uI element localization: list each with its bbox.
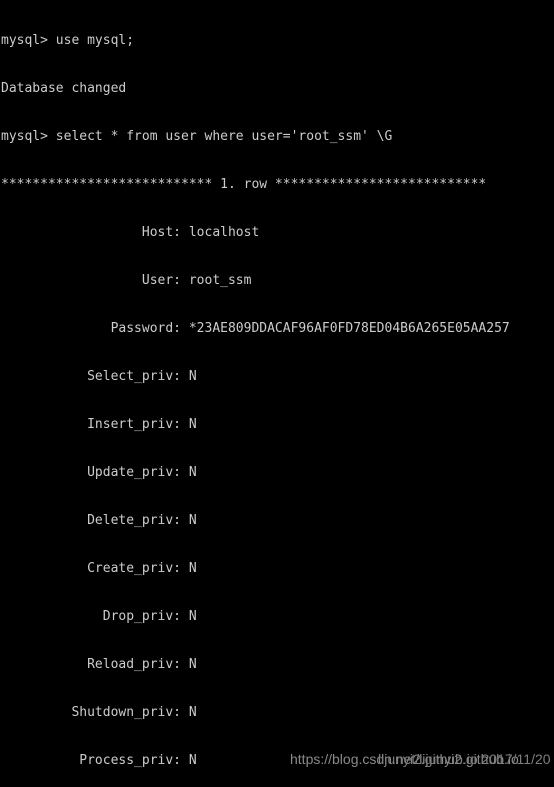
terminal-line: Database changed — [1, 81, 127, 96]
terminal-line: Drop_priv: N — [1, 609, 197, 624]
terminal-line: Password: *23AE809DDACAF96AF0FD78ED04B6A… — [1, 321, 510, 336]
terminal-line: Shutdown_priv: N — [1, 705, 197, 720]
terminal-line: Reload_priv: N — [1, 657, 197, 672]
terminal-window[interactable]: mysql> use mysql; Database changed mysql… — [0, 0, 554, 787]
terminal-line: Host: localhost — [1, 225, 260, 240]
terminal-line: Update_priv: N — [1, 465, 197, 480]
terminal-line: Delete_priv: N — [1, 513, 197, 528]
terminal-screen[interactable]: mysql> use mysql; Database changed mysql… — [0, 0, 554, 787]
terminal-line: mysql> select * from user where user='ro… — [1, 129, 393, 144]
terminal-line: User: root_ssm — [1, 273, 252, 288]
terminal-line: Select_priv: N — [1, 369, 197, 384]
terminal-line: Process_priv: N — [1, 753, 197, 768]
result-separator: *************************** 1. row *****… — [1, 177, 487, 192]
terminal-line: Create_priv: N — [1, 561, 197, 576]
terminal-line: mysql> use mysql; — [1, 33, 135, 48]
terminal-line: Insert_priv: N — [1, 417, 197, 432]
